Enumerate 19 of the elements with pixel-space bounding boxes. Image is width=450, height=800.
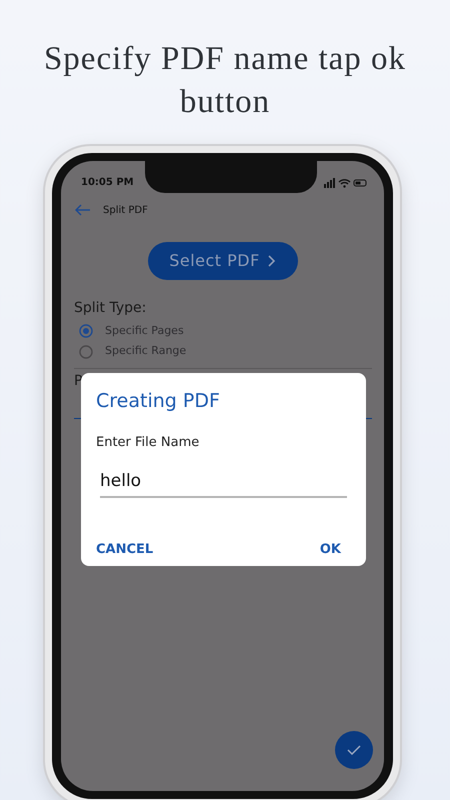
file-name-field[interactable]: hello xyxy=(100,466,347,498)
back-arrow-icon[interactable] xyxy=(75,204,91,216)
chevron-icon xyxy=(268,254,276,267)
radio-button[interactable] xyxy=(79,344,93,359)
select-pdf-button[interactable]: Select PDF xyxy=(148,242,298,280)
option-label: Specific Pages xyxy=(105,322,184,339)
section-label: Split Type: xyxy=(74,298,148,318)
dialog-title: Creating PDF xyxy=(96,388,221,414)
confirm-button[interactable] xyxy=(335,730,373,769)
check-icon xyxy=(347,744,361,755)
radio-button[interactable] xyxy=(79,324,93,338)
headline: Specify PDF name tap ok button xyxy=(42,40,408,122)
status-icons xyxy=(324,178,368,188)
field-label: Enter File Name xyxy=(96,434,200,452)
dialog-button[interactable]: CANCEL xyxy=(96,540,154,560)
status-time: 10:05 PM xyxy=(81,176,134,190)
screen-title: Split PDF xyxy=(103,204,148,218)
option-label: Specific Range xyxy=(105,343,186,360)
dialog-button[interactable]: OK xyxy=(320,540,341,560)
